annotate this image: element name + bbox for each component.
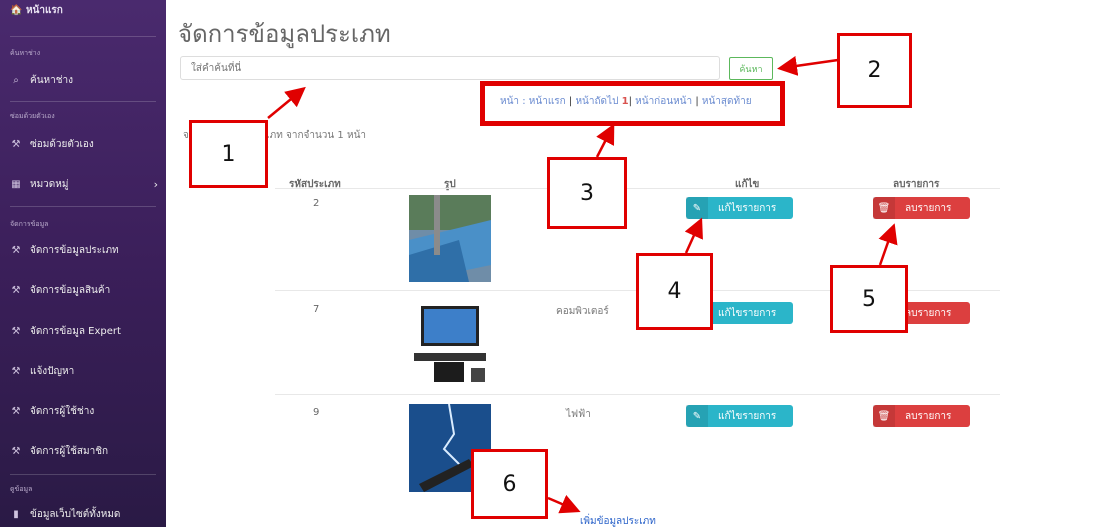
callout-1: 1 [189, 120, 268, 188]
callout-4: 4 [636, 253, 713, 330]
callout-3: 3 [547, 157, 627, 229]
annotation-arrows [267, 55, 898, 514]
callout-5: 5 [830, 265, 908, 333]
callout-6: 6 [471, 449, 548, 519]
callout-2: 2 [837, 33, 912, 108]
